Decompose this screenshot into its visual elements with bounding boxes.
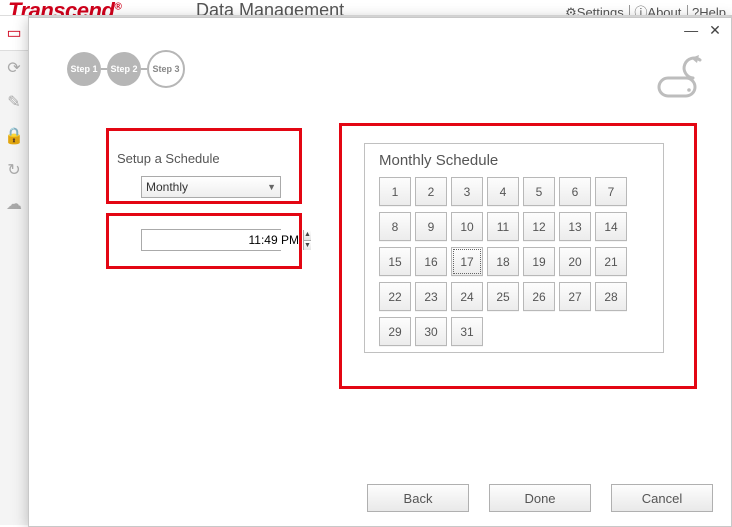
app-header: Transcend® Data Management ⚙Settings ⓘAb… <box>0 0 732 16</box>
schedule-time-input[interactable] <box>142 230 303 250</box>
rail-refresh-icon[interactable]: ↻ <box>0 153 28 187</box>
day-button-23[interactable]: 23 <box>415 282 447 311</box>
step-2: Step 2 <box>107 52 141 86</box>
day-button-18[interactable]: 18 <box>487 247 519 276</box>
day-button-8[interactable]: 8 <box>379 212 411 241</box>
back-button[interactable]: Back <box>367 484 469 512</box>
close-button[interactable]: ✕ <box>705 22 725 39</box>
day-grid: 1234567891011121314151617181920212223242… <box>379 177 649 346</box>
day-button-14[interactable]: 14 <box>595 212 627 241</box>
day-button-30[interactable]: 30 <box>415 317 447 346</box>
rail-lock-icon[interactable]: 🔒 <box>0 119 28 153</box>
schedule-mode-select[interactable]: Monthly ▼ <box>141 176 281 198</box>
window-controls: — ✕ <box>681 22 725 39</box>
brand-logo: Transcend® <box>8 0 121 16</box>
day-button-31[interactable]: 31 <box>451 317 483 346</box>
day-button-19[interactable]: 19 <box>523 247 555 276</box>
schedule-modal: — ✕ Step 1 Step 2 Step 3 Setup a Schedul… <box>28 17 732 527</box>
monthly-schedule-panel: Monthly Schedule 12345678910111213141516… <box>364 143 664 353</box>
time-spinner: ▲ ▼ <box>303 230 311 250</box>
day-button-25[interactable]: 25 <box>487 282 519 311</box>
brand-reg: ® <box>114 2 121 13</box>
day-button-4[interactable]: 4 <box>487 177 519 206</box>
step-indicator: Step 1 Step 2 Step 3 <box>67 50 185 88</box>
day-button-16[interactable]: 16 <box>415 247 447 276</box>
rail-sync-icon[interactable]: ⟳ <box>0 51 28 85</box>
schedule-label: Setup a Schedule <box>117 151 220 166</box>
day-button-7[interactable]: 7 <box>595 177 627 206</box>
day-button-15[interactable]: 15 <box>379 247 411 276</box>
app-subtitle: Data Management <box>196 0 344 16</box>
day-button-2[interactable]: 2 <box>415 177 447 206</box>
header-links: ⚙Settings ⓘAbout ?Help <box>559 2 726 16</box>
chevron-down-icon: ▼ <box>267 182 276 192</box>
day-button-24[interactable]: 24 <box>451 282 483 311</box>
time-down-button[interactable]: ▼ <box>303 241 311 251</box>
rail-cloud-icon[interactable]: ☁ <box>0 187 28 221</box>
day-button-11[interactable]: 11 <box>487 212 519 241</box>
day-button-20[interactable]: 20 <box>559 247 591 276</box>
day-button-13[interactable]: 13 <box>559 212 591 241</box>
day-button-27[interactable]: 27 <box>559 282 591 311</box>
monthly-title: Monthly Schedule <box>379 152 649 169</box>
day-button-6[interactable]: 6 <box>559 177 591 206</box>
modal-button-row: Back Done Cancel <box>29 484 731 512</box>
day-button-5[interactable]: 5 <box>523 177 555 206</box>
day-button-1[interactable]: 1 <box>379 177 411 206</box>
brand-text: Transcend <box>8 0 114 16</box>
drive-icon <box>655 54 711 105</box>
time-up-button[interactable]: ▲ <box>303 230 311 241</box>
day-button-17[interactable]: 17 <box>451 247 483 276</box>
day-button-12[interactable]: 12 <box>523 212 555 241</box>
step-3: Step 3 <box>147 50 185 88</box>
minimize-button[interactable]: — <box>681 22 701 38</box>
rail-backup-icon[interactable]: ▭ <box>0 15 28 51</box>
day-button-29[interactable]: 29 <box>379 317 411 346</box>
day-button-10[interactable]: 10 <box>451 212 483 241</box>
day-button-26[interactable]: 26 <box>523 282 555 311</box>
day-button-3[interactable]: 3 <box>451 177 483 206</box>
left-rail: ▭ ⟳ ✎ 🔒 ↻ ☁ <box>0 15 28 525</box>
schedule-time-field[interactable]: ▲ ▼ <box>141 229 281 251</box>
cancel-button[interactable]: Cancel <box>611 484 713 512</box>
done-button[interactable]: Done <box>489 484 591 512</box>
day-button-22[interactable]: 22 <box>379 282 411 311</box>
day-button-28[interactable]: 28 <box>595 282 627 311</box>
day-button-21[interactable]: 21 <box>595 247 627 276</box>
rail-edit-icon[interactable]: ✎ <box>0 85 28 119</box>
step-1: Step 1 <box>67 52 101 86</box>
schedule-mode-value: Monthly <box>146 180 188 194</box>
day-button-9[interactable]: 9 <box>415 212 447 241</box>
